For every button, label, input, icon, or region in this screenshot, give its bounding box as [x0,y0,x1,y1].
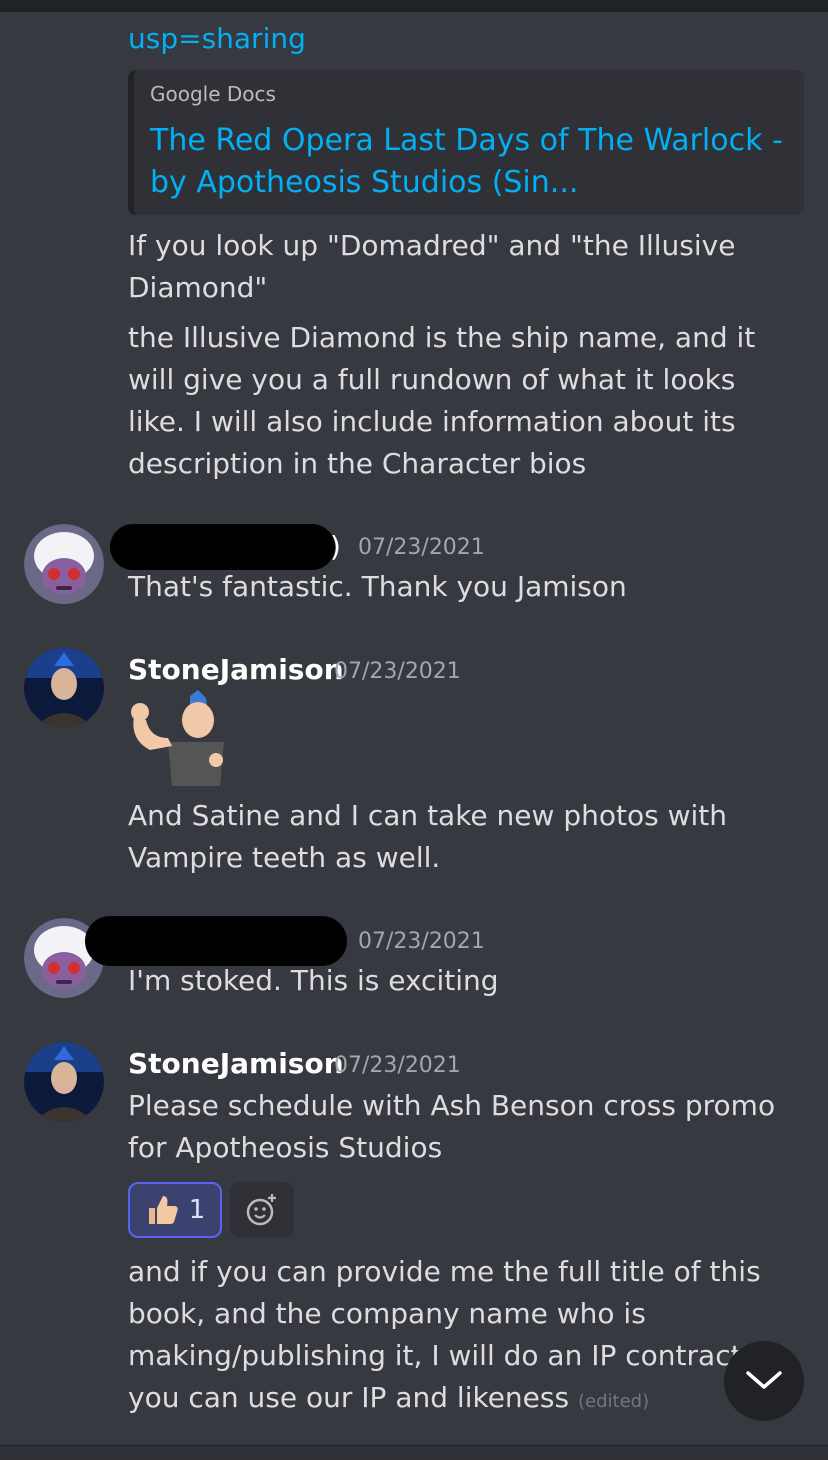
docs-link-tail[interactable]: usp=sharing [128,18,306,60]
embed-title-link[interactable]: The Red Opera Last Days of The Warlock -… [150,120,790,204]
add-reaction-button[interactable] [230,1182,294,1238]
username[interactable]: StoneJamison [128,653,344,686]
edited-label: (edited) [577,1391,650,1412]
flexing-sticker-icon [128,690,226,786]
message-text: the Illusive Diamond is the ship name, a… [128,321,756,480]
username-fragment: ) [330,530,341,563]
link-embed[interactable]: Google Docs The Red Opera Last Days of T… [128,70,804,215]
jump-to-present-button[interactable] [724,1341,804,1421]
message-text: I'm stoked. This is exciting [128,964,499,997]
avatar[interactable] [24,648,104,728]
message-text: Please schedule with Ash Benson cross pr… [128,1089,776,1164]
timestamp: 07/23/2021 [358,929,485,954]
timestamp: 07/23/2021 [358,535,485,560]
thumbs-up-icon [148,1196,178,1224]
message-text: and if you can provide me the full title… [128,1251,788,1423]
timestamp: 07/23/2021 [334,1053,461,1078]
redacted-username [110,524,335,570]
ghost-avatar-icon [24,524,104,604]
top-bar [0,0,828,12]
bottom-bar [0,1445,828,1460]
message-text: And Satine and I can take new photos wit… [128,799,727,874]
user-photo-avatar-icon [24,648,104,728]
chevron-down-icon [746,1371,782,1389]
avatar[interactable] [24,1042,104,1122]
embed-provider: Google Docs [150,82,276,106]
user-photo-avatar-icon [24,1042,104,1122]
message-body: and if you can provide me the full title… [128,1255,783,1414]
message-text: If you look up "Domadred" and "the Illus… [128,229,736,304]
avatar[interactable] [24,524,104,604]
redacted-username [85,916,347,966]
timestamp: 07/23/2021 [334,659,461,684]
username[interactable]: StoneJamison [128,1047,344,1080]
add-reaction-icon [246,1194,276,1226]
reaction-count: 1 [188,1195,206,1225]
message-text: That's fantastic. Thank you Jamison [128,570,627,603]
reaction-thumbs-up[interactable]: 1 [128,1182,222,1238]
